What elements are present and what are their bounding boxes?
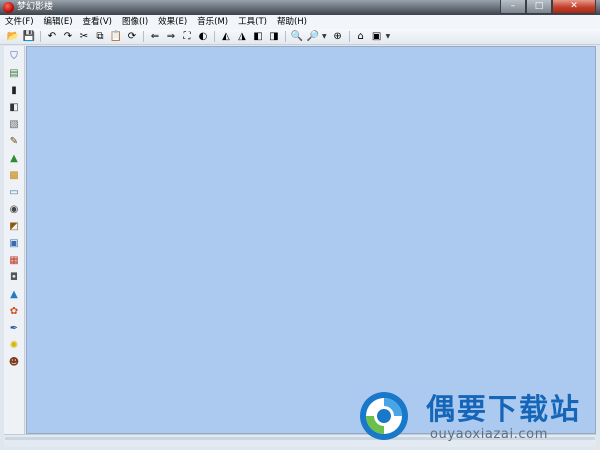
crop-icon[interactable]: ⛶: [180, 31, 194, 43]
picture-icon[interactable]: ▩: [7, 170, 21, 182]
toolbar-separator: [40, 31, 41, 42]
bookmark-icon[interactable]: ⛉: [7, 51, 21, 63]
menu-item[interactable]: 工具(T): [233, 15, 272, 29]
toolbar-separator: [348, 31, 350, 42]
refresh-icon[interactable]: ⟳: [125, 31, 139, 43]
lightbulb-icon[interactable]: ✺: [7, 340, 21, 352]
workspace-canvas[interactable]: [26, 46, 596, 434]
menu-item[interactable]: 音乐(M): [192, 15, 233, 29]
contrast-icon[interactable]: ◧: [7, 102, 21, 114]
minimize-button[interactable]: –: [500, 0, 526, 14]
menu-item[interactable]: 效果(E): [153, 15, 192, 29]
site-logo-icon: [360, 392, 408, 440]
menu-item[interactable]: 帮助(H): [272, 15, 312, 29]
arrow-right-icon[interactable]: ⇒: [164, 31, 178, 43]
window-title: 梦幻影楼: [17, 2, 54, 12]
menu-item[interactable]: 图像(I): [117, 15, 153, 29]
rotate-icon[interactable]: ◐: [196, 31, 210, 43]
grayscale-icon[interactable]: ▧: [7, 119, 21, 131]
left-toolbox: ⛉ ▤ ▮ ◧ ▧ ✎ ▲ ▩ ▭ ◉ ◩ ▣ ▦ ◘ ▲ ✿ ✒ ✺ ☻: [4, 46, 25, 434]
film-icon[interactable]: ▮: [7, 85, 21, 97]
zoom-fit-icon[interactable]: ⊕: [331, 31, 345, 43]
menu-item[interactable]: 查看(V): [78, 15, 117, 29]
dropdown-arrow-icon[interactable]: ▼: [322, 33, 327, 40]
toolbar-separator: [285, 31, 286, 42]
open-folder-icon[interactable]: 📂: [6, 31, 20, 43]
mirror-horizontal-icon[interactable]: ◧: [251, 31, 265, 43]
zoom-in-icon[interactable]: 🔍: [290, 31, 304, 43]
butterfly-icon[interactable]: ✿: [7, 306, 21, 318]
zoom-out-icon[interactable]: 🔎: [306, 31, 320, 43]
save-icon[interactable]: 💾: [22, 31, 36, 43]
camera-icon[interactable]: ◉: [7, 204, 21, 216]
toolbar-separator: [143, 31, 144, 42]
menu-item[interactable]: 文件(F): [0, 15, 39, 29]
close-button[interactable]: ✕: [552, 0, 596, 14]
site-name: 偶要下载站: [426, 392, 582, 426]
landscape-icon[interactable]: ▲: [7, 153, 21, 165]
site-watermark: 偶要下载站 ouyaoxiazai.com: [356, 390, 596, 446]
copy-icon[interactable]: ⧉: [93, 31, 107, 43]
home-icon[interactable]: ⌂: [354, 31, 368, 43]
menu-bar: 文件(F) 编辑(E) 查看(V) 图像(I) 效果(E) 音乐(M) 工具(T) 帮助(H): [0, 15, 600, 29]
flip-left-icon[interactable]: ◭: [219, 31, 233, 43]
document-icon[interactable]: ▤: [7, 68, 21, 80]
dropdown-arrow-icon[interactable]: ▼: [386, 33, 391, 40]
face-icon[interactable]: ☻: [7, 357, 21, 369]
palette-icon[interactable]: ◩: [7, 221, 21, 233]
gradient-icon[interactable]: ▦: [7, 255, 21, 267]
toolbar-separator: [214, 31, 215, 42]
pencil-icon[interactable]: ✎: [7, 136, 21, 148]
triangle-icon[interactable]: ▲: [7, 289, 21, 301]
brush-icon[interactable]: ✒: [7, 323, 21, 335]
app-window: 梦幻影楼 – □ ✕ 文件(F) 编辑(E) 查看(V) 图像(I) 效果(E) 音乐(M…: [0, 0, 600, 450]
redo-icon[interactable]: ↷: [61, 31, 75, 43]
arrow-left-icon[interactable]: ⇐: [148, 31, 162, 43]
window-controls: – □ ✕: [500, 0, 596, 14]
main-toolbar: 📂 💾 ↶ ↷ ✂ ⧉ 📋 ⟳ ⇐ ⇒ ⛶ ◐ ◭ ◮ ◧ ◨ 🔍 🔎 ▼ ⊕ ⌂ ▣ ▼: [0, 29, 600, 45]
photo-frame-icon[interactable]: ◘: [7, 272, 21, 284]
title-bar: 梦幻影楼 – □ ✕: [0, 0, 600, 15]
flip-right-icon[interactable]: ◮: [235, 31, 249, 43]
menu-item[interactable]: 编辑(E): [39, 15, 78, 29]
image-icon[interactable]: ▣: [370, 31, 384, 43]
window-icon[interactable]: ▣: [7, 238, 21, 250]
frame-icon[interactable]: ▭: [7, 187, 21, 199]
undo-icon[interactable]: ↶: [45, 31, 59, 43]
paste-icon[interactable]: 📋: [109, 31, 123, 43]
maximize-button[interactable]: □: [526, 0, 552, 14]
cut-icon[interactable]: ✂: [77, 31, 91, 43]
app-icon: [3, 2, 14, 13]
mirror-vertical-icon[interactable]: ◨: [267, 31, 281, 43]
site-domain: ouyaoxiazai.com: [430, 427, 548, 442]
